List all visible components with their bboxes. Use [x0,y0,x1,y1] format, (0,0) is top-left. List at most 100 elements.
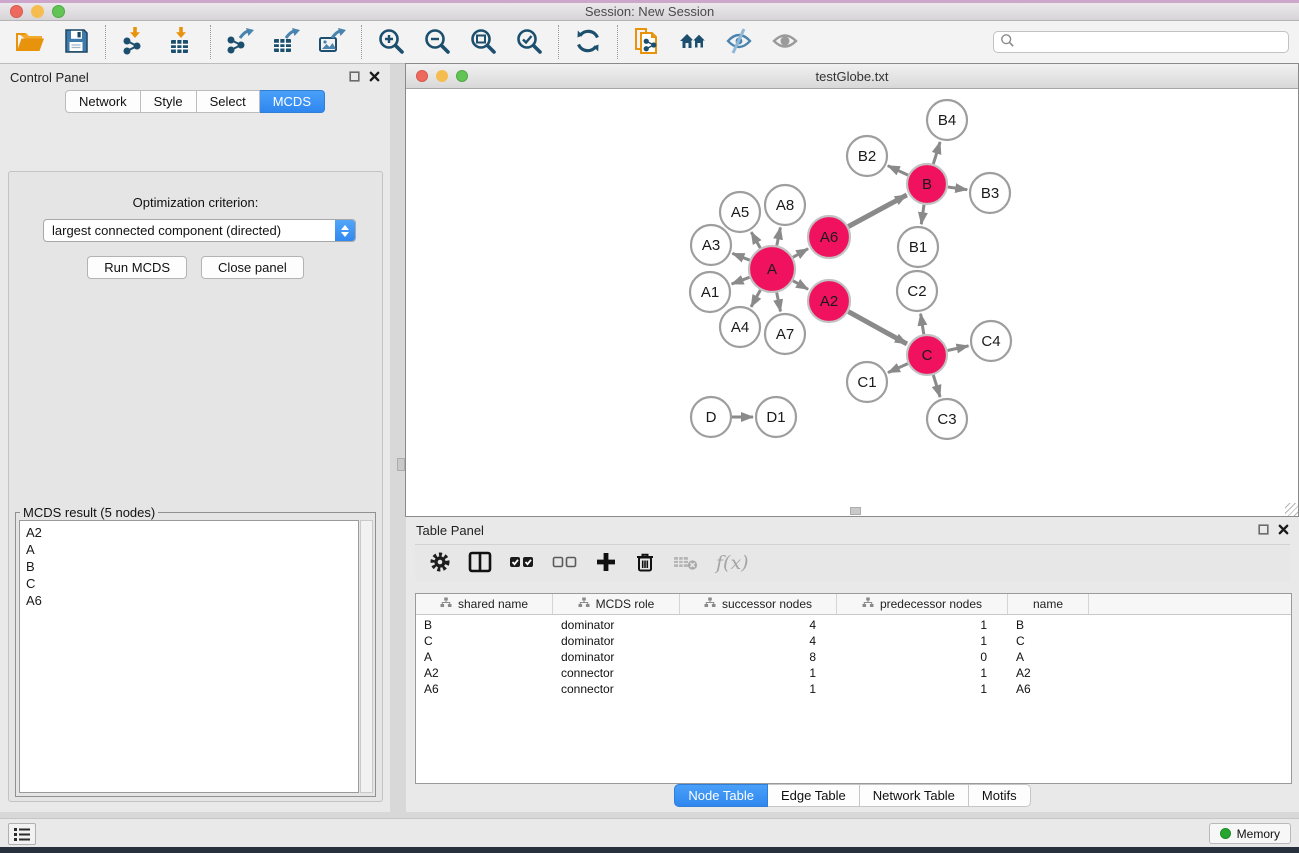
column-header-shared-name[interactable]: shared name [416,594,553,614]
node-C3[interactable]: C3 [927,399,967,439]
tab-node-table[interactable]: Node Table [674,784,768,807]
close-panel-icon[interactable] [369,70,380,85]
criterion-dropdown[interactable]: largest connected component (directed) [43,219,356,242]
edge-A-A4[interactable] [751,290,760,307]
select-all-columns-button[interactable] [509,551,535,575]
zoom-in-button[interactable] [373,24,409,60]
import-network-button[interactable] [117,24,153,60]
tab-edge-table[interactable]: Edge Table [768,784,860,807]
close-panel-button[interactable]: Close panel [201,256,304,279]
cell-name[interactable]: A2 [1008,666,1089,680]
table-row[interactable]: Cdominator41C [416,633,1291,649]
cell-shared-name[interactable]: A6 [416,682,553,696]
delete-column-button[interactable] [634,551,656,575]
cell-predecessor-nodes[interactable]: 1 [837,682,1008,696]
run-mcds-button[interactable]: Run MCDS [87,256,187,279]
network-window-titlebar[interactable]: testGlobe.txt [406,64,1298,89]
edge-A-A1[interactable] [732,277,750,284]
column-header-name[interactable]: name [1008,594,1089,614]
node-D1[interactable]: D1 [756,397,796,437]
result-scrollbar[interactable] [360,520,373,793]
cell-shared-name[interactable]: A [416,650,553,664]
cell-predecessor-nodes[interactable]: 1 [837,634,1008,648]
table-row[interactable]: A2connector11A2 [416,665,1291,681]
node-A6[interactable]: A6 [808,216,850,258]
zoom-out-button[interactable] [419,24,455,60]
cell-shared-name[interactable]: A2 [416,666,553,680]
first-neighbors-button[interactable] [675,24,711,60]
node-C4[interactable]: C4 [971,321,1011,361]
edge-A-A2[interactable] [793,281,808,290]
network-canvas[interactable]: A A1 A3 A5 A8 A4 A7 A6 A2 B B1 B2 B3 [406,89,1298,516]
cell-shared-name[interactable]: B [416,618,553,632]
edge-C-C4[interactable] [948,346,969,351]
cell-name[interactable]: B [1008,618,1089,632]
cell-shared-name[interactable]: C [416,634,553,648]
cell-name[interactable]: A6 [1008,682,1089,696]
import-table-button[interactable] [163,24,199,60]
node-C2[interactable]: C2 [897,271,937,311]
node-B2[interactable]: B2 [847,136,887,176]
cell-MCDS-role[interactable]: dominator [553,650,680,664]
deselect-all-columns-button[interactable] [552,551,578,575]
edge-A-A5[interactable] [751,232,760,248]
cell-successor-nodes[interactable]: 4 [680,634,837,648]
save-session-button[interactable] [58,24,94,60]
table-row[interactable]: A6connector11A6 [416,681,1291,697]
node-A7[interactable]: A7 [765,314,805,354]
node-C1[interactable]: C1 [847,362,887,402]
dropdown-stepper-icon[interactable] [335,219,355,242]
float-panel-icon[interactable] [349,70,360,85]
edge-C-C3[interactable] [933,375,940,397]
edge-B-B4[interactable] [933,142,940,164]
node-A1[interactable]: A1 [690,272,730,312]
search-input[interactable] [1015,35,1282,49]
cell-successor-nodes[interactable]: 8 [680,650,837,664]
cell-predecessor-nodes[interactable]: 0 [837,650,1008,664]
tab-select[interactable]: Select [197,90,260,113]
tab-network[interactable]: Network [65,90,141,113]
node-A5[interactable]: A5 [720,192,760,232]
hide-selected-button[interactable] [721,24,757,60]
edge-B-B2[interactable] [888,166,908,175]
cell-name[interactable]: C [1008,634,1089,648]
network-graph[interactable]: A A1 A3 A5 A8 A4 A7 A6 A2 B B1 B2 B3 [406,89,1298,516]
cell-MCDS-role[interactable]: dominator [553,634,680,648]
table-row[interactable]: Bdominator41B [416,617,1291,633]
mcds-result-item[interactable]: A2 [26,524,352,541]
node-A[interactable]: A [749,246,795,292]
tab-network-table[interactable]: Network Table [860,784,969,807]
canvas-vscroll-thumb[interactable] [397,458,405,471]
node-A4[interactable]: A4 [720,307,760,347]
cell-successor-nodes[interactable]: 1 [680,682,837,696]
export-table-button[interactable] [268,24,304,60]
zoom-selected-button[interactable] [511,24,547,60]
cell-MCDS-role[interactable]: dominator [553,618,680,632]
float-table-panel-icon[interactable] [1258,523,1269,538]
edge-A2-C[interactable] [848,312,907,344]
mcds-result-item[interactable]: C [26,575,352,592]
window-resize-grip[interactable] [1285,503,1298,516]
show-columns-button[interactable] [468,551,492,575]
cell-successor-nodes[interactable]: 1 [680,666,837,680]
mcds-result-list[interactable]: A2ABCA6 [19,520,359,793]
node-A8[interactable]: A8 [765,185,805,225]
node-B3[interactable]: B3 [970,173,1010,213]
show-all-button[interactable] [767,24,803,60]
cell-predecessor-nodes[interactable]: 1 [837,666,1008,680]
memory-button[interactable]: Memory [1209,823,1291,844]
open-session-button[interactable] [12,24,48,60]
canvas-hscroll-thumb[interactable] [850,507,861,515]
node-C[interactable]: C [907,335,947,375]
new-network-from-selection-button[interactable] [629,24,665,60]
column-header-MCDS-role[interactable]: MCDS role [553,594,680,614]
edge-A-A6[interactable] [793,249,808,258]
edge-C-C2[interactable] [921,314,924,335]
mcds-result-item[interactable]: A [26,541,352,558]
node-B[interactable]: B [907,164,947,204]
node-A3[interactable]: A3 [691,225,731,265]
export-network-button[interactable] [222,24,258,60]
zoom-fit-button[interactable] [465,24,501,60]
mcds-result-item[interactable]: B [26,558,352,575]
close-table-panel-icon[interactable] [1278,523,1289,538]
